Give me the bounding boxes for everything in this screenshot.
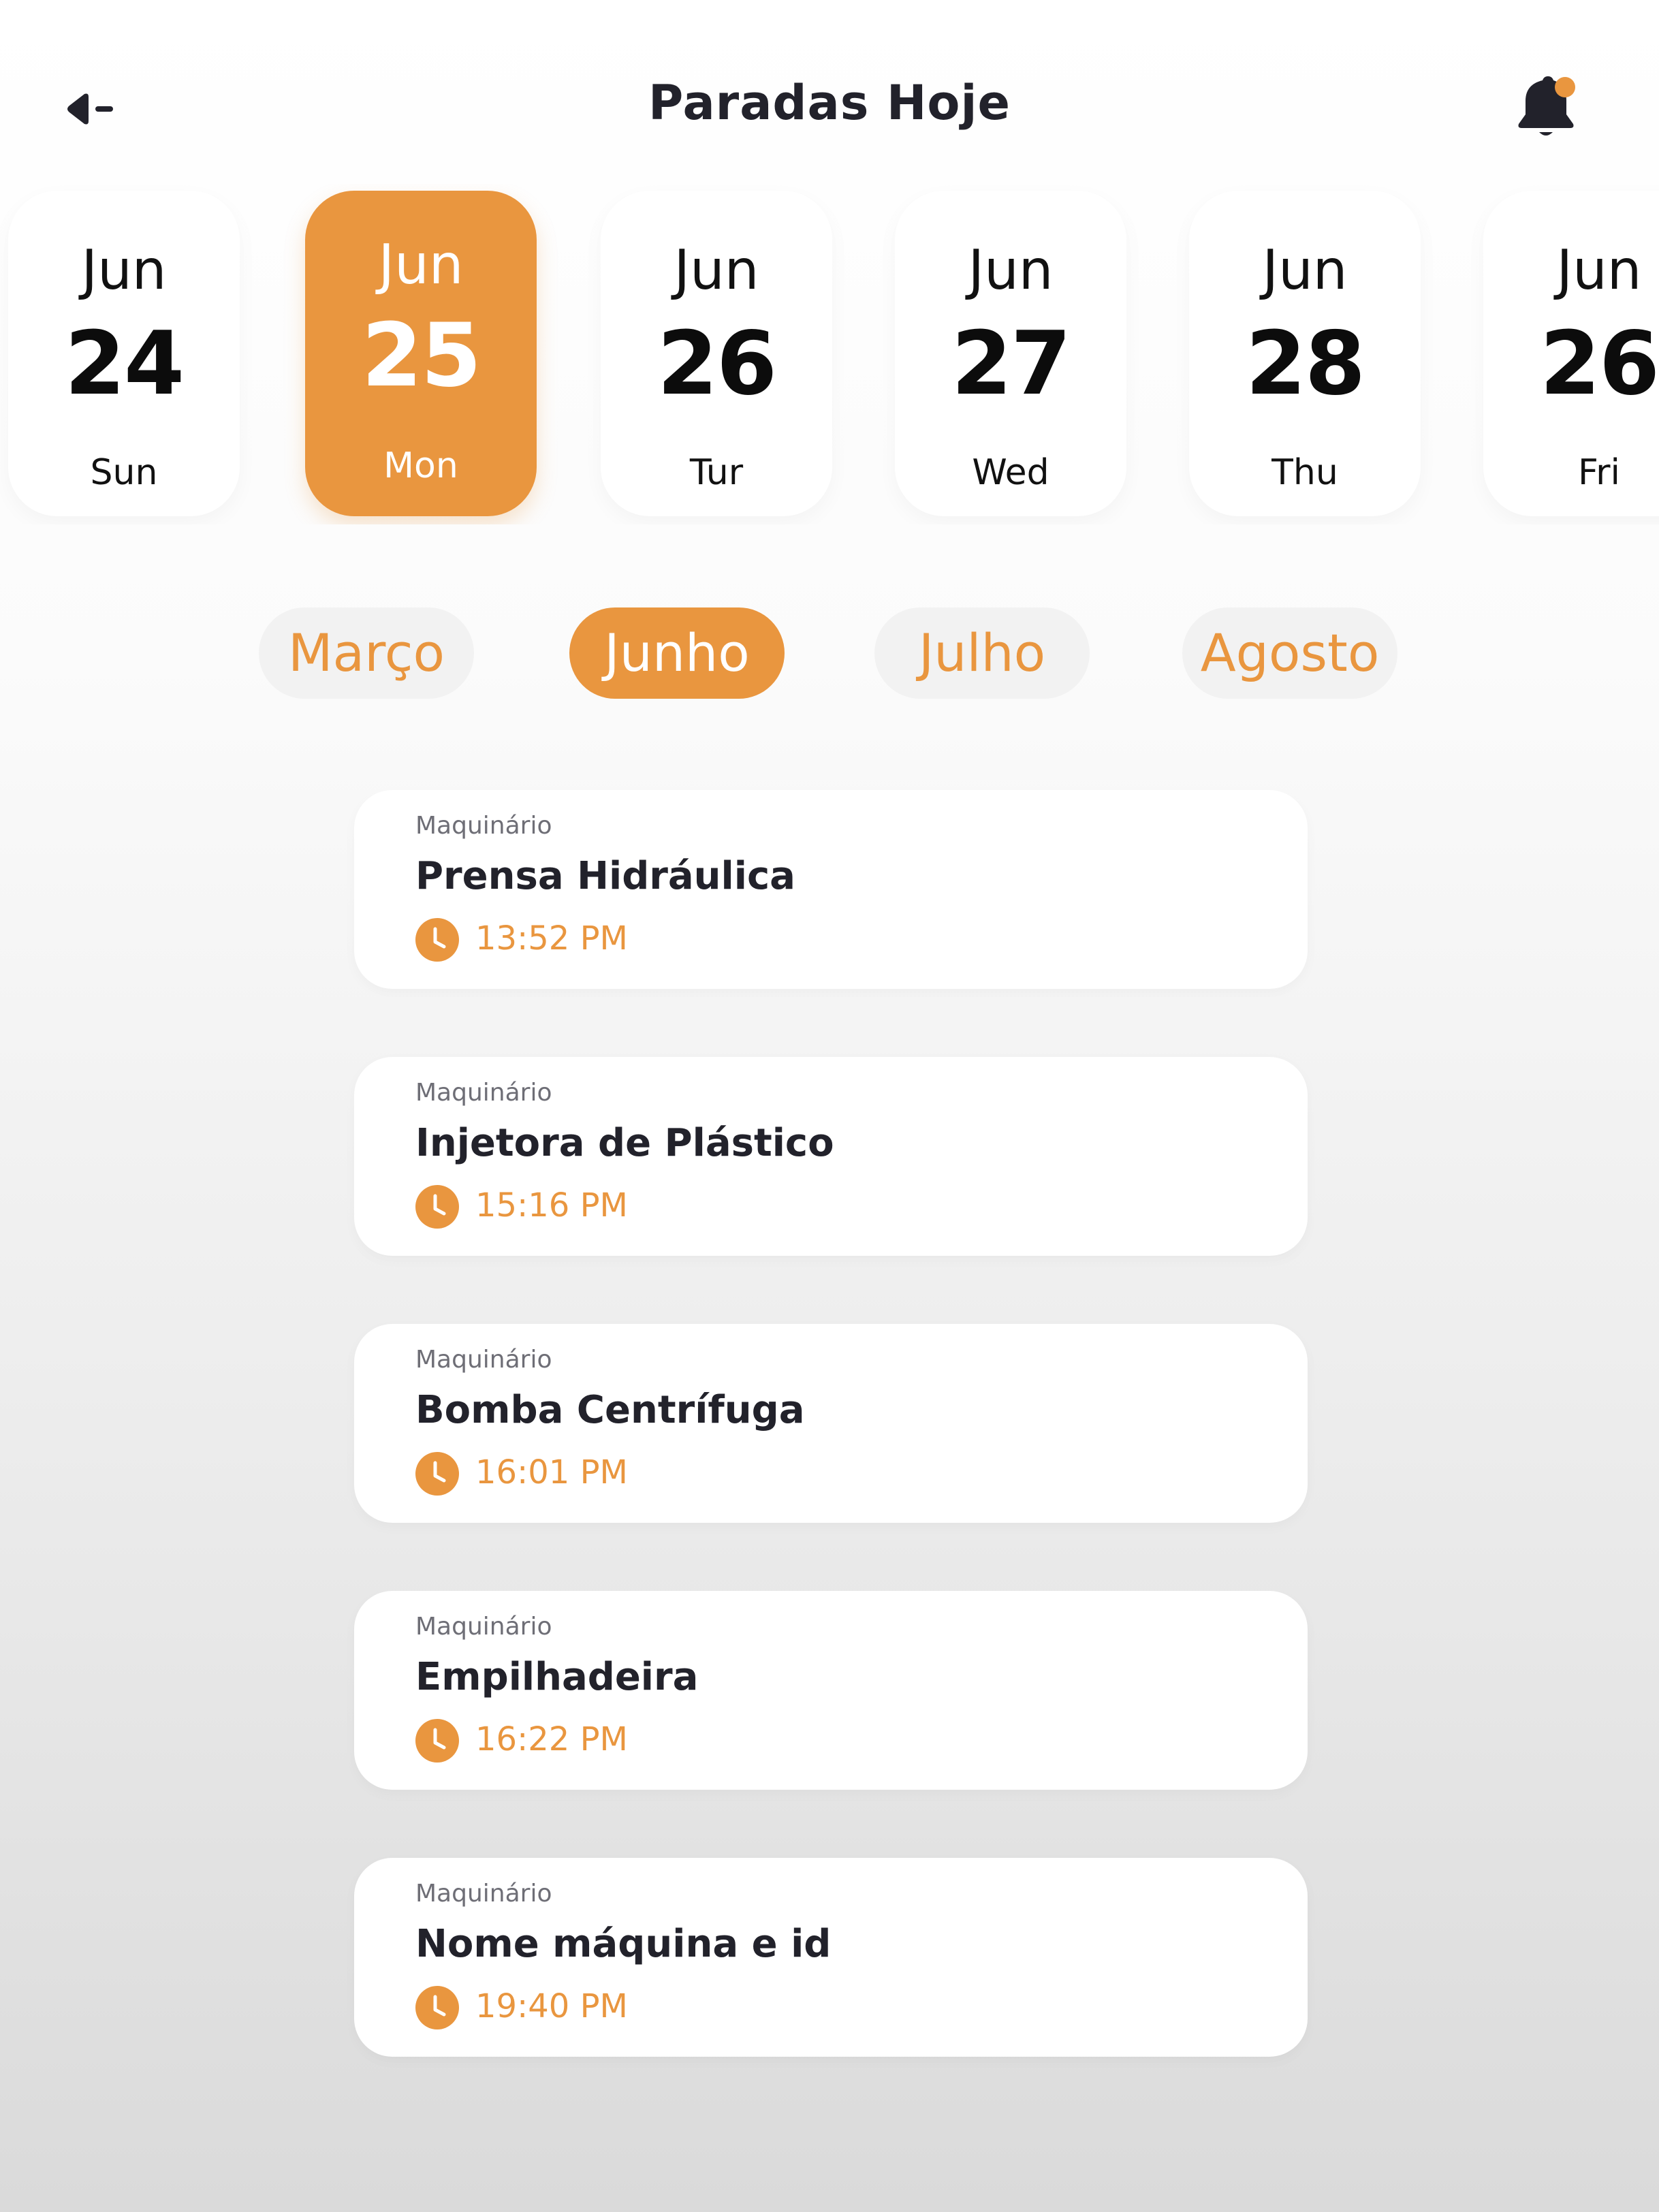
date-day: 27	[951, 313, 1071, 415]
clock-icon	[415, 1719, 459, 1763]
month-tab-julho[interactable]: Julho	[874, 607, 1090, 699]
date-card-24[interactable]: Jun 24 Sun	[8, 191, 240, 516]
date-month: Jun	[968, 238, 1054, 302]
date-weekday: Tur	[689, 452, 744, 493]
date-month: Jun	[1556, 238, 1642, 302]
machine-card[interactable]: Maquinário Prensa Hidráulica 13:52 PM	[354, 790, 1308, 989]
machine-time: 16:01 PM	[475, 1453, 628, 1491]
header: Paradas Hoje	[0, 0, 1659, 177]
date-day: 24	[64, 313, 185, 415]
machine-name: Prensa Hidráulica	[415, 854, 795, 898]
machine-category: Maquinário	[415, 1880, 552, 1908]
date-day: 25	[361, 305, 481, 407]
date-weekday: Wed	[972, 452, 1049, 493]
date-day: 26	[1539, 313, 1659, 415]
machine-category: Maquinário	[415, 812, 552, 840]
machine-name: Nome máquina e id	[415, 1922, 832, 1966]
machine-name: Empilhadeira	[415, 1655, 699, 1699]
clock-icon	[415, 1452, 459, 1496]
date-card-28[interactable]: Jun 28 Thu	[1189, 191, 1421, 516]
date-card-fri[interactable]: Jun 26 Fri	[1483, 191, 1659, 516]
date-day: 26	[657, 313, 777, 415]
machine-card[interactable]: Maquinário Bomba Centrífuga 16:01 PM	[354, 1324, 1308, 1523]
machine-time: 13:52 PM	[475, 919, 628, 958]
page-title: Paradas Hoje	[648, 75, 1011, 131]
clock-icon	[415, 918, 459, 962]
machine-time: 19:40 PM	[475, 1987, 628, 2025]
machine-name: Bomba Centrífuga	[415, 1388, 805, 1432]
date-month: Jun	[1262, 238, 1348, 302]
machine-name: Injetora de Plástico	[415, 1121, 834, 1165]
date-month: Jun	[674, 238, 759, 302]
machine-category: Maquinário	[415, 1613, 552, 1641]
machine-time: 15:16 PM	[475, 1186, 628, 1224]
date-month: Jun	[81, 238, 167, 302]
date-card-27[interactable]: Jun 27 Wed	[895, 191, 1126, 516]
date-strip: Jun 24 Sun Jun 25 Mon Jun 26 Tur Jun 27 …	[0, 184, 1659, 524]
date-card-26[interactable]: Jun 26 Tur	[601, 191, 832, 516]
date-weekday: Sun	[90, 452, 158, 493]
machine-category: Maquinário	[415, 1079, 552, 1107]
month-tab-marco[interactable]: Março	[259, 607, 474, 699]
date-card-25-selected[interactable]: Jun 25 Mon	[305, 191, 537, 516]
clock-icon	[415, 1185, 459, 1229]
notification-dot	[1555, 77, 1575, 97]
machine-card[interactable]: Maquinário Injetora de Plástico 15:16 PM	[354, 1057, 1308, 1256]
machine-card[interactable]: Maquinário Empilhadeira 16:22 PM	[354, 1591, 1308, 1790]
machine-card[interactable]: Maquinário Nome máquina e id 19:40 PM	[354, 1858, 1308, 2057]
clock-icon	[415, 1986, 459, 2029]
month-tab-agosto[interactable]: Agosto	[1182, 607, 1397, 699]
notifications-button[interactable]	[1512, 71, 1580, 146]
date-weekday: Fri	[1578, 452, 1620, 493]
bell-icon	[1518, 76, 1575, 136]
date-month: Jun	[378, 233, 464, 296]
month-tab-junho[interactable]: Junho	[569, 607, 785, 699]
date-weekday: Mon	[383, 445, 458, 486]
machine-category: Maquinário	[415, 1346, 552, 1374]
machine-time: 16:22 PM	[475, 1720, 628, 1758]
date-day: 28	[1245, 313, 1365, 415]
date-weekday: Thu	[1271, 452, 1338, 493]
